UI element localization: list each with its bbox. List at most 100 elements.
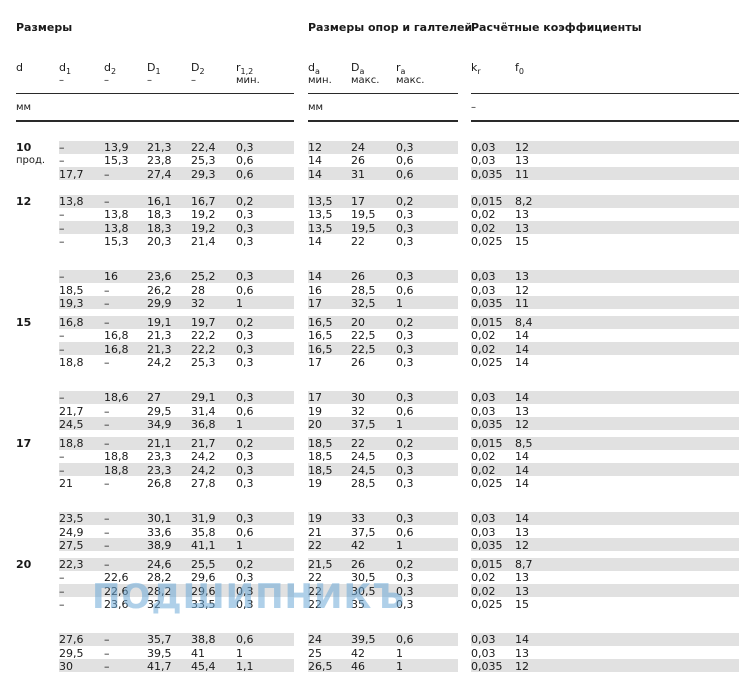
row-stripe (308, 167, 458, 181)
table-cell: 33,6 (147, 525, 172, 539)
table-cell: 27 (147, 391, 161, 405)
table-cell: 16,8 (104, 342, 129, 356)
table-cell: 13,5 (308, 195, 333, 208)
table-cell: 13 (515, 208, 529, 222)
watermark-logo: ПОДШИПНИКЪ (92, 577, 406, 617)
row-stripe (471, 463, 739, 477)
column-header: da мин. (308, 61, 332, 87)
table-cell: 0,3 (396, 463, 414, 477)
row-stripe (59, 315, 294, 329)
table-cell: 14 (308, 270, 322, 284)
table-cell: 22,4 (191, 141, 216, 154)
column-header-symbol: d (16, 61, 23, 74)
table-cell: 13,8 (104, 221, 129, 235)
table-cell: 21,3 (147, 141, 172, 154)
table-cell: 0,035 (471, 167, 503, 181)
table-cell: 8,7 (515, 558, 533, 571)
table-cell: 21,3 (147, 329, 172, 343)
table-cell: – (59, 598, 65, 612)
table-cell: 0,03 (471, 633, 496, 647)
row-stripe (471, 557, 739, 571)
table-cell: 13 (515, 154, 529, 168)
table-cell: 19,2 (191, 208, 216, 222)
row-stripe (471, 511, 739, 525)
table-cell: 21,1 (147, 437, 172, 450)
table-cell: 0,6 (236, 154, 254, 168)
row-stripe (471, 436, 739, 450)
column-header: f0 (515, 61, 524, 76)
table-cell: 8,5 (515, 437, 533, 450)
table-cell: 0,3 (396, 356, 414, 370)
table-cell: 26,5 (308, 659, 333, 673)
row-stripe (308, 538, 458, 552)
table-cell: 0,3 (396, 477, 414, 491)
table-cell: 0,02 (471, 571, 496, 585)
table-cell: 19,7 (191, 316, 216, 329)
group-header-sizes: Размеры (16, 21, 73, 34)
row-stripe (471, 584, 739, 598)
row-stripe (471, 659, 739, 673)
table-cell: 8,2 (515, 195, 533, 208)
table-cell: 15,3 (104, 235, 129, 249)
row-stripe (471, 194, 739, 208)
table-cell: 22,2 (191, 329, 216, 343)
table-cell: 1 (396, 659, 403, 673)
table-cell: – (59, 463, 65, 477)
table-cell: 0,03 (471, 141, 496, 154)
row-stripe (471, 315, 739, 329)
table-cell: 24,5 (351, 463, 376, 477)
table-cell: 22 (308, 538, 322, 552)
table-cell: 25,5 (191, 558, 216, 571)
column-header: d (16, 61, 23, 74)
units-supports: мм (308, 102, 324, 113)
table-cell: – (104, 316, 110, 329)
column-header-subscript: 1,2 (240, 67, 254, 76)
row-stripe (471, 632, 739, 646)
table-cell: 39,5 (351, 633, 376, 647)
table-cell: 20 (308, 417, 322, 431)
table-cell: 13,5 (308, 208, 333, 222)
table-cell: 29,9 (147, 296, 172, 310)
table-cell: 0,035 (471, 659, 503, 673)
table-cell: 24,5 (59, 417, 84, 431)
table-cell: – (104, 525, 110, 539)
row-stripe (59, 140, 294, 154)
row-stripe (471, 221, 739, 235)
table-cell: 30 (59, 659, 73, 673)
table-cell: 0,025 (471, 235, 503, 249)
row-stripe (471, 342, 739, 356)
column-header-note: – (104, 75, 109, 86)
table-cell: 25,2 (191, 270, 216, 284)
table-cell: 0,3 (396, 450, 414, 464)
table-cell: – (104, 437, 110, 450)
table-cell: – (104, 404, 110, 418)
table-cell: 21 (308, 525, 322, 539)
table-cell: 23,3 (147, 463, 172, 477)
table-cell: 28,5 (351, 477, 376, 491)
table-cell: 27,6 (59, 633, 84, 647)
table-cell: 19,5 (351, 221, 376, 235)
group-header-coefficients: Расчётные коэффициенты (471, 21, 642, 34)
table-cell: – (104, 646, 110, 660)
table-cell: 17,7 (59, 167, 84, 181)
table-cell: 14 (515, 512, 529, 526)
table-cell: 0,3 (396, 512, 414, 526)
table-cell: 0,6 (236, 283, 254, 297)
table-cell: 36,8 (191, 417, 216, 431)
table-cell: 35,7 (147, 633, 172, 647)
table-cell: 14 (308, 154, 322, 168)
table-cell: 0,02 (471, 329, 496, 343)
table-cell: 27,5 (59, 538, 84, 552)
table-cell: 13 (515, 584, 529, 598)
table-cell: 14 (515, 329, 529, 343)
column-header: d1– (59, 61, 71, 87)
table-cell: 23,6 (147, 270, 172, 284)
table-cell: 37,5 (351, 525, 376, 539)
column-header-subscript: 2 (199, 67, 205, 76)
table-cell: 14 (515, 342, 529, 356)
units-rule-coefficients (471, 120, 739, 122)
table-cell: 12 (515, 141, 529, 154)
table-cell: 19,2 (191, 221, 216, 235)
table-cell: 26 (351, 270, 365, 284)
column-header-symbol: d (308, 61, 315, 74)
